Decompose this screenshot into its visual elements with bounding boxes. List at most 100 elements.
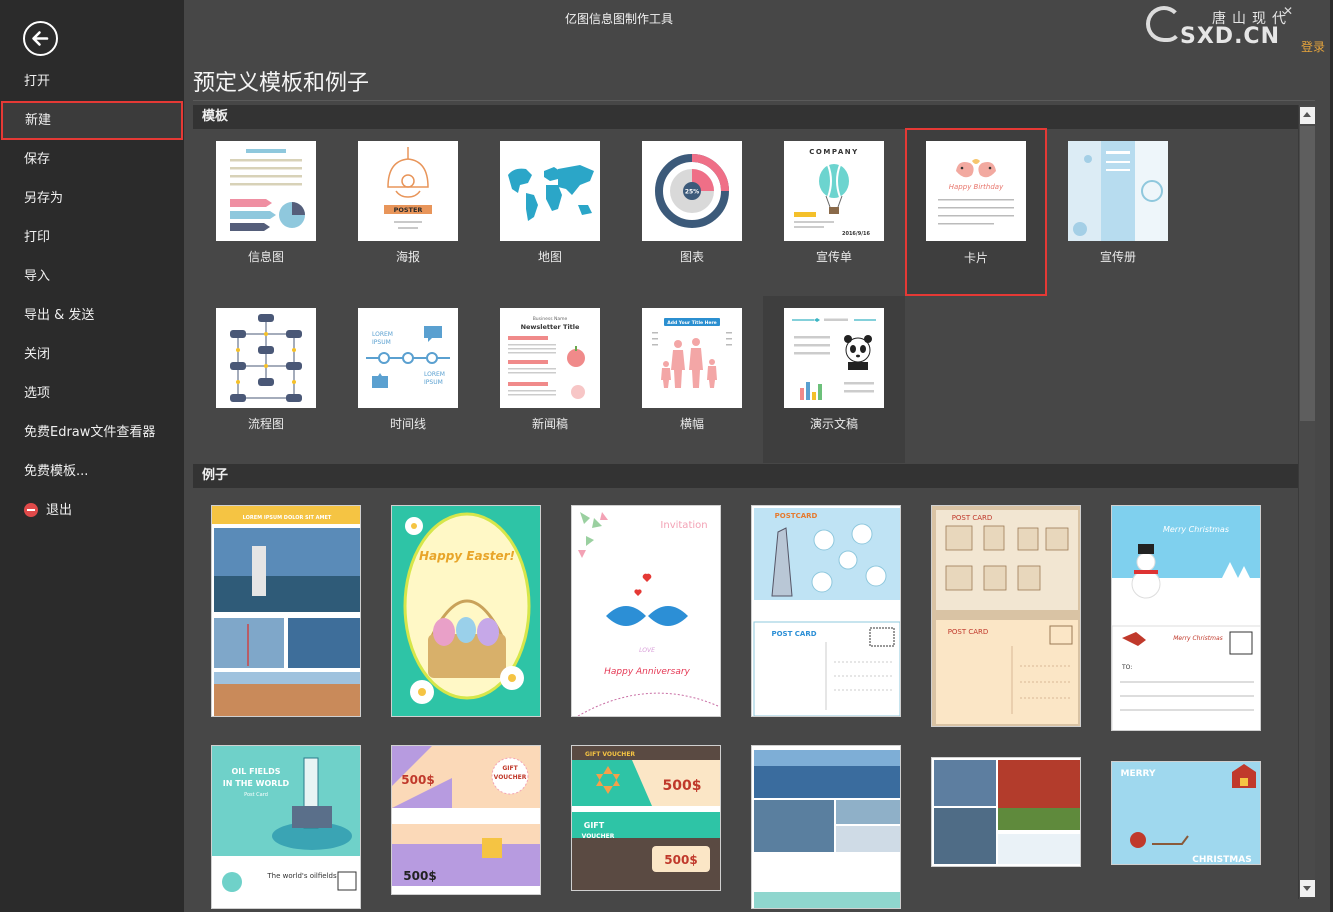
- back-button[interactable]: [23, 21, 58, 56]
- voucher-dark-price2-text: 500$: [664, 853, 697, 867]
- newsletter-title-text: Newsletter Title: [521, 323, 580, 331]
- menu-save[interactable]: 保存: [0, 140, 184, 179]
- gift-voucher-pastel-preview: 500$ GIFT VOUCHER 500$: [392, 746, 540, 894]
- travel-heading-text: LOREM IPSUM DOLOR SIT AMET: [243, 515, 332, 521]
- example-travel-brochure[interactable]: LOREM IPSUM DOLOR SIT AMET: [211, 505, 361, 717]
- poster-preview-icon: POSTER: [384, 147, 432, 229]
- newsletter-preview-icon: Business Name Newsletter Title: [508, 316, 585, 399]
- template-infographic-label: 信息图: [247, 250, 284, 264]
- world-map-icon: [508, 165, 594, 221]
- example-easter-card[interactable]: Happy Easter!: [391, 505, 541, 717]
- watermark-swirl-icon: [1146, 6, 1182, 42]
- timeline-lorem2-text: LOREM: [424, 371, 445, 378]
- watermark-logo: 唐山现代 SXD.CN: [1146, 2, 1296, 49]
- template-infographic-thumbnail: [216, 141, 316, 241]
- menu-save-as[interactable]: 另存为: [0, 179, 184, 218]
- template-brochure-thumbnail: [1068, 141, 1168, 241]
- gallery-scrollbar[interactable]: [1298, 105, 1315, 899]
- oil-postcard-text: Post Card: [244, 792, 268, 798]
- donut-chart-icon: 25%: [655, 154, 729, 228]
- menu-options[interactable]: 选项: [0, 374, 184, 413]
- template-flyer[interactable]: COMPANY 2016/9/16 宣传单: [763, 105, 905, 271]
- flyer-date-text: 2016/9/16: [842, 231, 871, 237]
- example-oil-fields-postcard[interactable]: OIL FIELDS IN THE WORLD Post Card The wo…: [211, 745, 361, 909]
- menu-print[interactable]: 打印: [0, 218, 184, 257]
- harbor-collage-preview: [932, 758, 1080, 866]
- menu-free-templates[interactable]: 免费模板...: [0, 452, 184, 491]
- template-map[interactable]: 地图: [479, 105, 621, 271]
- template-poster-thumbnail: POSTER: [358, 141, 458, 241]
- example-postcard-architecture[interactable]: POST CARD POST CARD: [931, 505, 1081, 727]
- template-timeline[interactable]: LOREM IPSUM LOREM IPSUM 时间线: [337, 272, 479, 438]
- template-poster[interactable]: POSTER 海报: [337, 105, 479, 271]
- example-anniversary-invitation[interactable]: Invitation LOVE Happy Anniversary: [571, 505, 721, 717]
- postcard-title-text: POSTCARD: [775, 512, 818, 520]
- example-photo-collage-harbor[interactable]: [931, 757, 1081, 867]
- menu-export-send-label: 导出 & 发送: [24, 308, 95, 323]
- template-brochure[interactable]: 宣传册: [1047, 105, 1189, 271]
- backstage-sidebar: 打开 新建 保存 另存为 打印 导入 导出 & 发送 关闭 选项 免费Edraw…: [0, 0, 184, 912]
- login-link[interactable]: 登录: [1301, 38, 1325, 55]
- voucher-dark-title-text: GIFT VOUCHER: [585, 751, 635, 758]
- back-arrow-icon: [32, 31, 49, 46]
- card-greeting-text: Happy Birthday: [949, 183, 1004, 191]
- menu-import-label: 导入: [24, 269, 51, 284]
- menu-export-send[interactable]: 导出 & 发送: [0, 296, 184, 335]
- anniversary-invitation-preview: Invitation LOVE Happy Anniversary: [572, 506, 720, 716]
- invitation-love-text: LOVE: [639, 647, 655, 654]
- timeline-preview-icon: LOREM IPSUM LOREM IPSUM: [366, 326, 450, 388]
- example-merry-christmas-card[interactable]: MERRY CHRISTMAS: [1111, 761, 1261, 865]
- menu-import[interactable]: 导入: [0, 257, 184, 296]
- template-chart-thumbnail: 25%: [642, 141, 742, 241]
- app-window: 打开 新建 保存 另存为 打印 导入 导出 & 发送 关闭 选项 免费Edraw…: [0, 0, 1333, 912]
- menu-open[interactable]: 打开: [0, 62, 184, 101]
- invitation-anniversary-text: Happy Anniversary: [604, 667, 690, 677]
- template-newsletter-thumbnail: Business Name Newsletter Title: [500, 308, 600, 408]
- template-chart[interactable]: 25% 图表: [621, 105, 763, 271]
- oil-caption-text: The world's oilfields: [266, 872, 337, 880]
- voucher-dark-gift-text: GIFT: [584, 821, 605, 830]
- travel-brochure-preview: LOREM IPSUM DOLOR SIT AMET: [212, 506, 360, 716]
- menu-close-label: 关闭: [24, 347, 51, 362]
- menu-new[interactable]: 新建: [1, 101, 183, 140]
- voucher-price-text: 500$: [401, 773, 434, 787]
- easter-greeting-text: Happy Easter!: [419, 549, 515, 563]
- menu-exit[interactable]: 退出: [0, 491, 184, 530]
- menu-open-label: 打开: [24, 74, 51, 89]
- template-presentation-label: 演示文稿: [809, 417, 858, 431]
- template-card[interactable]: Happy Birthday 卡片: [905, 128, 1047, 296]
- template-flowchart[interactable]: 流程图: [195, 272, 337, 438]
- newsletter-business-text: Business Name: [533, 316, 568, 322]
- hot-air-balloon-icon: COMPANY 2016/9/16: [794, 148, 871, 237]
- easter-card-preview: Happy Easter!: [392, 506, 540, 716]
- menu-save-label: 保存: [24, 152, 51, 167]
- voucher-gift-text: GIFT: [502, 765, 518, 772]
- example-photo-collage-lake[interactable]: [751, 745, 901, 909]
- example-gift-voucher-dark[interactable]: GIFT VOUCHER 500$ GIFT VOUCHER 500$: [571, 745, 721, 891]
- template-banner[interactable]: Add Your Title Here 横幅: [621, 272, 763, 438]
- example-gift-voucher-pastel[interactable]: 500$ GIFT VOUCHER 500$: [391, 745, 541, 895]
- menu-close[interactable]: 关闭: [0, 335, 184, 374]
- christmas-to-text: TO:: [1121, 664, 1132, 671]
- menu-free-viewer[interactable]: 免费Edraw文件查看器: [0, 413, 184, 452]
- template-brochure-label: 宣传册: [1099, 250, 1136, 264]
- close-window-button[interactable]: ✕: [1283, 4, 1293, 18]
- invitation-title-text: Invitation: [660, 520, 707, 531]
- example-postcard-travel[interactable]: POSTCARD POST CARD: [751, 505, 901, 717]
- christmas-back-title-text: Merry Christmas: [1173, 635, 1223, 642]
- scroll-up-arrow-icon[interactable]: [1300, 107, 1315, 124]
- template-infographic[interactable]: 信息图: [195, 105, 337, 271]
- example-christmas-postcard[interactable]: Merry Christmas Merry Christmas TO:: [1111, 505, 1261, 731]
- scroll-thumb[interactable]: [1300, 126, 1315, 421]
- template-flowchart-thumbnail: [216, 308, 316, 408]
- scroll-down-arrow-icon[interactable]: [1300, 880, 1315, 897]
- template-newsletter[interactable]: Business Name Newsletter Title 新闻稿: [479, 272, 621, 438]
- template-presentation[interactable]: 演示文稿: [763, 296, 905, 463]
- template-map-thumbnail: [500, 141, 600, 241]
- timeline-lorem-text: LOREM: [372, 331, 393, 338]
- template-card-thumbnail: Happy Birthday: [926, 141, 1026, 241]
- template-timeline-thumbnail: LOREM IPSUM LOREM IPSUM: [358, 308, 458, 408]
- window-title: 亿图信息图制作工具: [564, 12, 673, 26]
- architecture-postcard-back-text: POST CARD: [948, 628, 989, 636]
- christmas-postcard-preview: Merry Christmas Merry Christmas TO:: [1112, 506, 1260, 730]
